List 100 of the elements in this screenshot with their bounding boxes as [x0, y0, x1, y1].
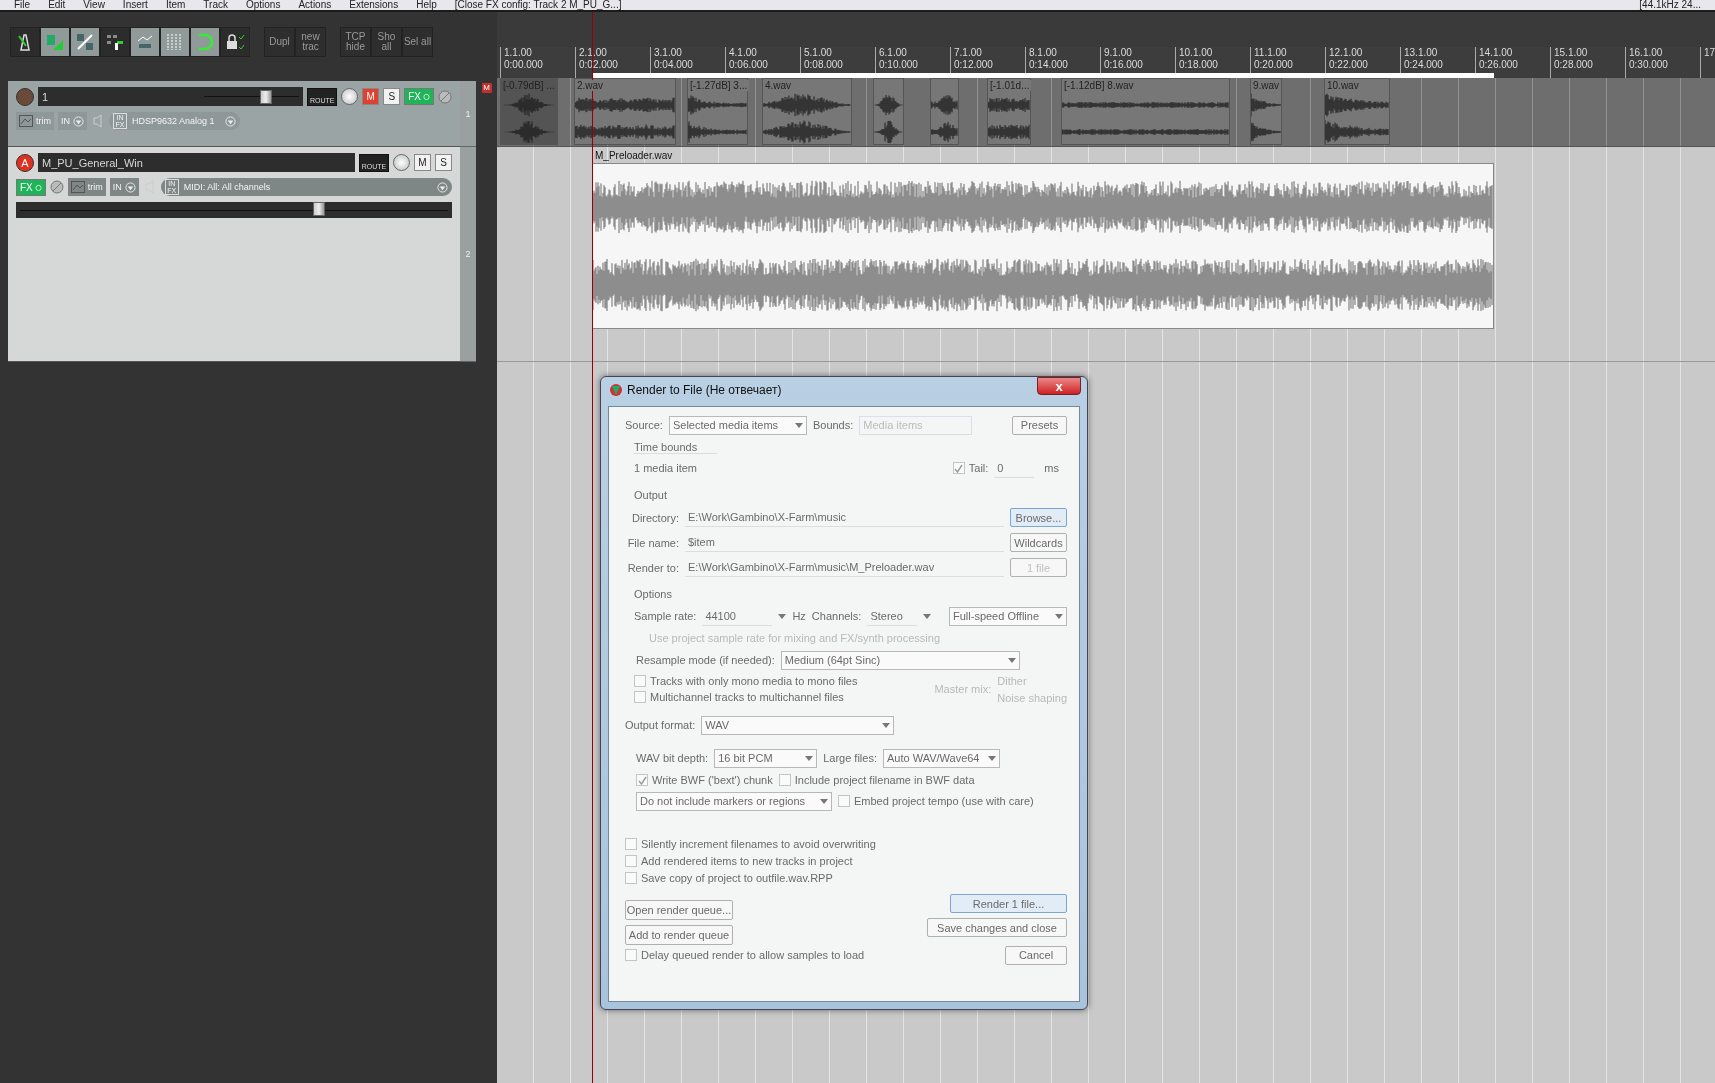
- sample-rate-field[interactable]: 44100: [702, 606, 773, 626]
- timeline-ruler[interactable]: [497, 47, 1715, 78]
- checkbox[interactable]: [625, 838, 637, 850]
- menu-item[interactable]: File: [14, 0, 31, 10]
- toolbar-button[interactable]: [100, 27, 130, 57]
- save-close-button[interactable]: Save changes and close: [927, 918, 1067, 937]
- add-queue-button[interactable]: Add to render queue: [625, 925, 733, 945]
- time-bounds-value: 1 media item: [634, 462, 697, 474]
- media-item[interactable]: [873, 78, 904, 145]
- checkbox[interactable]: [636, 774, 648, 786]
- browse-button[interactable]: Browse...: [1010, 508, 1067, 527]
- menu-item[interactable]: View: [83, 0, 105, 10]
- checkbox[interactable]: [838, 795, 850, 807]
- bit-depth-dropdown[interactable]: 16 bit PCM: [714, 748, 818, 768]
- caret-icon: [778, 613, 787, 619]
- track-name-field[interactable]: M_PU_General_Win: [38, 153, 355, 172]
- section-heading: Time bounds: [634, 440, 718, 454]
- menu-item[interactable]: Item: [165, 0, 186, 10]
- menu-item[interactable]: Insert: [122, 0, 148, 10]
- toolbar-button[interactable]: [40, 27, 70, 57]
- toolbar-button[interactable]: new trac: [295, 27, 326, 57]
- solo-button[interactable]: S: [383, 88, 401, 105]
- source-dropdown[interactable]: Selected media items: [668, 415, 807, 435]
- markers-dropdown[interactable]: Do not include markers or regions: [636, 791, 832, 811]
- tail-field[interactable]: 0: [994, 458, 1035, 478]
- toolbar-button[interactable]: [70, 27, 100, 57]
- checkbox[interactable]: [625, 949, 637, 961]
- mute-button[interactable]: M: [362, 88, 380, 105]
- media-item[interactable]: [-1.27dB] 3...: [687, 78, 748, 145]
- file-name-field[interactable]: $item: [685, 533, 1004, 552]
- caret-icon: [805, 755, 814, 761]
- media-item[interactable]: [930, 78, 959, 145]
- media-item[interactable]: 4.wav: [762, 78, 852, 145]
- render-path-field[interactable]: E:\Work\Gambino\X-Farm\music\M_Preloader.wav: [685, 558, 1004, 577]
- cancel-button[interactable]: Cancel: [1005, 945, 1067, 965]
- toolbar-button[interactable]: Dupl: [264, 27, 295, 57]
- fx-button[interactable]: FX: [404, 88, 434, 105]
- item-label: 10.wav: [1327, 80, 1361, 91]
- render-speed-dropdown[interactable]: Full-speed Offline: [949, 606, 1067, 626]
- bar-label: 17: [1704, 47, 1715, 59]
- bar-label: 7.1.00: [954, 47, 983, 59]
- bar-label: 2.1.00: [579, 47, 608, 59]
- media-item[interactable]: 10.wav: [1324, 78, 1390, 145]
- menu-item[interactable]: Actions: [298, 0, 332, 10]
- render-button[interactable]: Render 1 file...: [950, 894, 1067, 913]
- large-files-dropdown[interactable]: Auto WAV/Wave64: [882, 748, 1000, 768]
- checkbox[interactable]: [952, 462, 965, 474]
- power-icon: [34, 183, 42, 191]
- fx-button[interactable]: FX: [16, 178, 46, 196]
- record-arm-button[interactable]: [16, 87, 34, 106]
- volume-slider[interactable]: [16, 202, 452, 218]
- checkbox[interactable]: [634, 675, 646, 687]
- close-button[interactable]: x: [1037, 377, 1081, 395]
- volume-fader[interactable]: [259, 89, 272, 104]
- menu-item[interactable]: Track: [203, 0, 228, 10]
- toolbar-button[interactable]: Sel all: [402, 27, 433, 57]
- toolbar-button[interactable]: TCP hide: [340, 27, 371, 57]
- input-monitor-button[interactable]: IN: [58, 112, 87, 130]
- phase-icon[interactable]: [49, 180, 64, 194]
- solo-button[interactable]: S: [435, 154, 452, 171]
- mute-button[interactable]: M: [414, 154, 431, 171]
- toolbar-button[interactable]: [190, 27, 220, 57]
- checkbox[interactable]: [634, 691, 646, 703]
- pan-knob[interactable]: [393, 154, 410, 171]
- record-arm-button[interactable]: A: [16, 153, 34, 172]
- browse-button[interactable]: Wildcards: [1010, 533, 1067, 552]
- toolbar-button[interactable]: [160, 27, 190, 57]
- pan-knob[interactable]: [341, 88, 359, 105]
- checkbox[interactable]: [625, 872, 637, 884]
- trim-button[interactable]: trim: [16, 112, 54, 130]
- toolbar-button[interactable]: [220, 27, 250, 57]
- media-item[interactable]: 2.wav: [574, 78, 676, 145]
- presets-button[interactable]: Presets: [1012, 415, 1067, 435]
- media-item[interactable]: [-1.12dB] 8.wav: [1061, 78, 1230, 145]
- track-name-field[interactable]: 1: [38, 87, 304, 106]
- field-label: Render to:: [626, 561, 679, 574]
- toolbar-button[interactable]: Sho all: [371, 27, 402, 57]
- checkbox[interactable]: [625, 855, 637, 867]
- format-dropdown[interactable]: WAV: [701, 715, 895, 735]
- volume-fader[interactable]: [312, 202, 325, 216]
- toolbar-button[interactable]: [10, 27, 40, 57]
- menu-item[interactable]: Options: [245, 0, 281, 10]
- bar-label: 5.1.00: [804, 47, 833, 59]
- trim-button[interactable]: trim: [67, 178, 106, 196]
- input-monitor-button[interactable]: IN: [109, 178, 139, 196]
- menu-item[interactable]: Help: [416, 0, 437, 10]
- menu-item[interactable]: Extensions: [349, 0, 399, 10]
- media-item[interactable]: [-1.01d...: [987, 78, 1031, 145]
- open-queue-button[interactable]: Open render queue...: [625, 900, 733, 920]
- bar-label: 11.1.00: [1254, 47, 1288, 59]
- directory-field[interactable]: E:\Work\Gambino\X-Farm\music: [685, 508, 1004, 527]
- phase-icon[interactable]: [438, 89, 452, 104]
- menu-item[interactable]: Edit: [48, 0, 66, 10]
- toolbar-button[interactable]: [130, 27, 160, 57]
- checkbox[interactable]: [778, 774, 791, 786]
- channels-field[interactable]: Stereo: [867, 606, 918, 626]
- media-item[interactable]: 9.wav: [1250, 78, 1282, 145]
- bar-label: 12.1.00: [1329, 47, 1364, 59]
- resample-dropdown[interactable]: Medium (64pt Sinc): [780, 650, 1020, 670]
- caret-icon: [794, 422, 803, 428]
